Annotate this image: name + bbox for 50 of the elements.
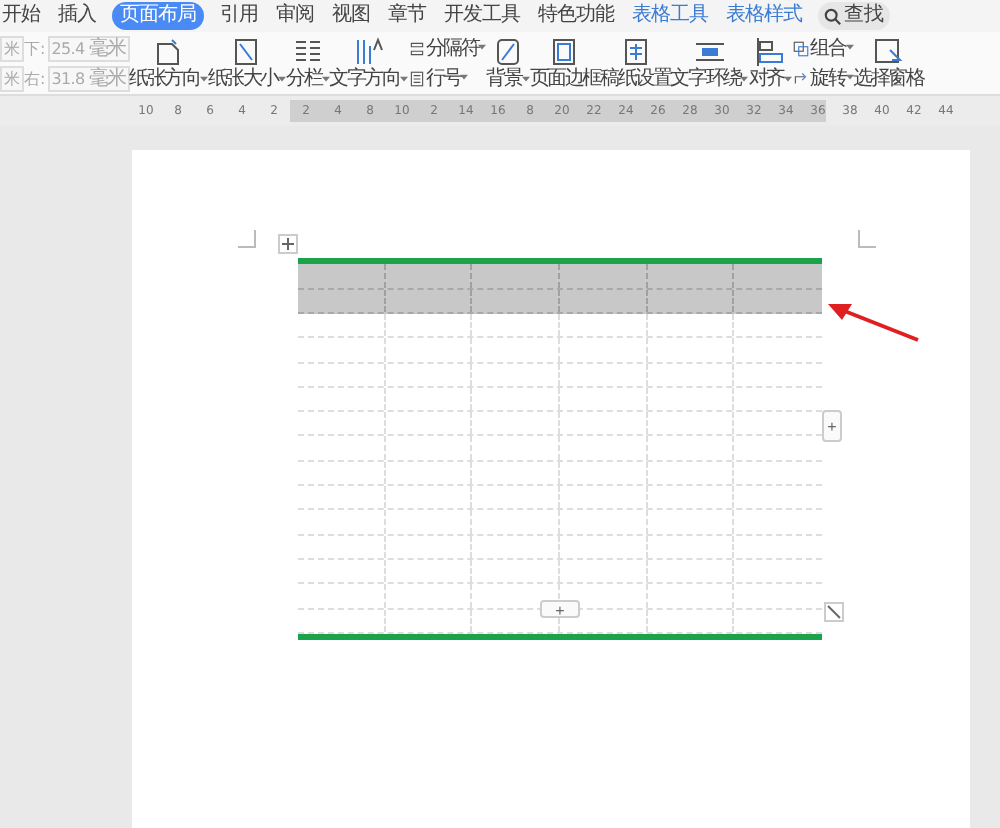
rotate-icon — [792, 69, 811, 87]
page-size-icon — [230, 35, 263, 67]
ribbon-button[interactable]: 选择窗格 — [853, 35, 924, 91]
arrow-icon — [826, 300, 922, 344]
ribbon-button[interactable]: 文字方向 — [329, 35, 408, 91]
ribbon-button[interactable]: 页面边框 — [529, 35, 601, 91]
ribbon-button[interactable]: 对齐 — [748, 35, 793, 91]
search-icon — [824, 7, 842, 25]
ribbon-button[interactable]: 组合 — [792, 35, 854, 61]
margin-label: 右: — [24, 67, 46, 89]
line-number-icon — [407, 69, 426, 87]
margin-corner-mark — [238, 230, 256, 248]
ribbon-tab[interactable]: 引用 — [218, 2, 260, 30]
resize-handle-icon[interactable] — [824, 602, 844, 622]
add-column-button[interactable]: + — [822, 410, 842, 442]
break-icon — [407, 39, 426, 57]
background-icon — [492, 35, 524, 67]
ribbon-tab[interactable]: 视图 — [330, 2, 372, 30]
ribbon-button[interactable]: 分栏 — [285, 35, 330, 91]
ribbon-tab[interactable]: 审阅 — [274, 2, 316, 30]
move-handle-icon[interactable] — [278, 234, 298, 254]
table-row[interactable] — [298, 289, 822, 314]
ribbon-button[interactable]: 背景 — [486, 35, 530, 91]
align-icon — [754, 35, 787, 67]
ribbon-button[interactable]: 稿纸设置 — [600, 35, 671, 91]
page-rotate-icon — [152, 35, 185, 67]
ribbon-tab[interactable]: 特色功能 — [536, 2, 616, 30]
ribbon-tab[interactable]: 开发工具 — [442, 2, 522, 30]
grid-paper-icon — [619, 35, 652, 67]
group-icon — [792, 39, 811, 57]
ribbon-tab[interactable]: 表格样式 — [724, 2, 804, 30]
margin-label: 下: — [24, 37, 46, 59]
ribbon-button[interactable]: 行号 — [407, 65, 487, 91]
selection-pane-icon — [872, 35, 905, 67]
ribbon-button[interactable]: 分隔符 — [407, 35, 487, 61]
ribbon-tab[interactable]: 表格工具 — [630, 2, 710, 30]
search-button[interactable]: 查找 — [818, 2, 890, 30]
margin-corner-mark — [858, 230, 876, 248]
add-row-button[interactable]: + — [540, 600, 580, 618]
ribbon-button[interactable]: 旋转 — [792, 65, 854, 91]
page-border-icon — [548, 35, 581, 67]
ribbon-tab[interactable]: 开始 — [0, 2, 42, 30]
ribbon-tab[interactable]: 章节 — [386, 2, 428, 30]
text-direction-icon — [352, 35, 385, 67]
ribbon-button[interactable]: 文字环绕 — [670, 35, 749, 91]
ribbon-button[interactable]: 纸张方向 — [129, 35, 208, 91]
ribbon-button[interactable]: 纸张大小 — [207, 35, 286, 91]
columns-icon — [291, 35, 324, 67]
ribbon-tab[interactable]: 插入 — [56, 2, 98, 30]
table-row[interactable] — [298, 264, 822, 289]
